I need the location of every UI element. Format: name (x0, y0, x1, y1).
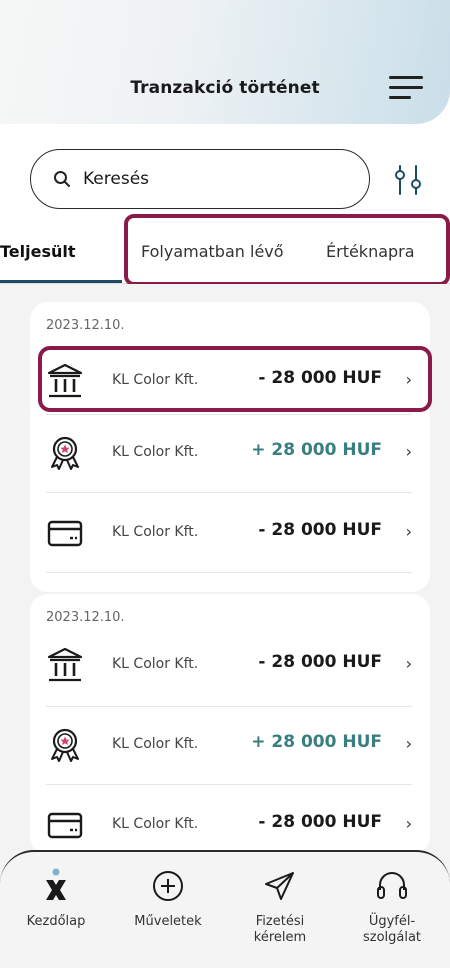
home-logo-icon (46, 868, 66, 900)
nav-label: Ügyfél- szolgálat (362, 914, 422, 945)
transaction-row[interactable]: KL Color Kft. + 28 000 HUF › (46, 716, 412, 774)
bank-icon (47, 647, 83, 682)
nav-home[interactable]: Kezdőlap (0, 852, 112, 968)
menu-icon (389, 76, 423, 79)
search-icon (54, 171, 70, 187)
merchant-name: KL Color Kft. (112, 736, 199, 752)
card-icon (47, 520, 83, 547)
divider (46, 572, 412, 573)
transaction-amount: + 28 000 HUF (251, 732, 382, 752)
divider (46, 414, 412, 415)
header: Tranzakció történet (0, 0, 450, 124)
merchant-name: KL Color Kft. (112, 816, 199, 832)
nav-operations[interactable]: Műveletek (112, 852, 224, 968)
divider (46, 706, 412, 707)
card-icon (47, 812, 83, 839)
group-date: 2023.12.10. (46, 318, 125, 333)
group-date: 2023.12.10. (46, 610, 125, 625)
reward-badge-icon (51, 728, 79, 762)
reward-badge-icon (51, 436, 79, 470)
transaction-amount: + 28 000 HUF (251, 440, 382, 460)
chevron-right-icon: › (405, 734, 412, 753)
filter-button[interactable] (388, 162, 428, 198)
divider (46, 492, 412, 493)
nav-label: Fizetési kérelem (253, 914, 307, 945)
search-input[interactable]: Keresés (30, 149, 370, 209)
chevron-right-icon: › (405, 522, 412, 541)
merchant-name: KL Color Kft. (112, 444, 199, 460)
transaction-row[interactable]: KL Color Kft. - 28 000 HUF › (46, 636, 412, 694)
transaction-amount: - 28 000 HUF (258, 812, 382, 832)
chevron-right-icon: › (405, 442, 412, 461)
merchant-name: KL Color Kft. (112, 656, 199, 672)
page-title: Tranzakció történet (130, 78, 320, 98)
chevron-right-icon: › (405, 814, 412, 833)
transaction-row[interactable]: KL Color Kft. - 28 000 HUF › (46, 796, 412, 854)
transaction-amount: - 28 000 HUF (258, 652, 382, 672)
chevron-right-icon: › (405, 654, 412, 673)
transaction-row[interactable]: KL Color Kft. + 28 000 HUF › (46, 424, 412, 482)
transaction-amount: - 28 000 HUF (258, 520, 382, 540)
divider (46, 784, 412, 785)
nav-label: Kezdőlap (26, 914, 86, 929)
nav-payment-request[interactable]: Fizetési kérelem (224, 852, 336, 968)
filter-sliders-icon (395, 165, 421, 195)
bottom-nav: Kezdőlap Műveletek Fizetési kérelem Ügyf… (0, 850, 450, 968)
tab-completed[interactable]: Teljesült (0, 242, 76, 261)
nav-customer-service[interactable]: Ügyfél- szolgálat (336, 852, 448, 968)
send-icon (265, 872, 294, 900)
tabs-highlight-frame (124, 214, 450, 286)
nav-label: Műveletek (134, 914, 202, 929)
transaction-row[interactable]: KL Color Kft. - 28 000 HUF › (46, 504, 412, 562)
menu-button[interactable] (389, 76, 423, 100)
row-highlight-frame (38, 346, 432, 412)
plus-circle-icon (153, 871, 183, 901)
merchant-name: KL Color Kft. (112, 524, 199, 540)
search-placeholder: Keresés (83, 169, 150, 189)
headset-icon (377, 872, 407, 899)
